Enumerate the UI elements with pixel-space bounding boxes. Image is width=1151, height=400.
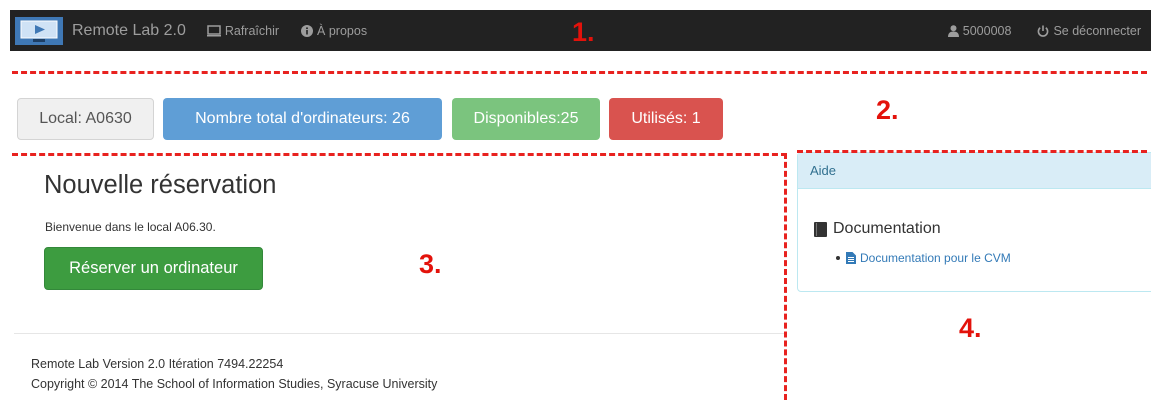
refresh-label: Rafraîchir [224, 23, 280, 38]
about-label: À propos [317, 23, 368, 38]
refresh-link[interactable]: Rafraîchir [206, 10, 280, 51]
available-badge: Disponibles:25 [452, 98, 600, 140]
list-bullet [836, 256, 840, 260]
annotation-divider-middle-right [797, 150, 1147, 153]
brand-link[interactable]: Remote Lab 2.0 [15, 10, 186, 51]
logout-label: Se déconnecter [1053, 23, 1141, 38]
help-panel: Aide Documentation Documentation pour le… [797, 152, 1151, 292]
logout-link[interactable]: Se déconnecter [1037, 10, 1141, 51]
page: Remote Lab 2.0 Rafraîchir À propos 50000… [0, 0, 1151, 400]
documentation-list-item: Documentation pour le CVM [836, 251, 1011, 265]
brand-title: Remote Lab 2.0 [72, 21, 186, 39]
annotation-divider-vertical [784, 153, 787, 400]
power-icon [1038, 25, 1049, 37]
documentation-cvm-link-label: Documentation pour le CVM [860, 251, 1011, 265]
user-icon [947, 24, 959, 37]
book-icon [814, 221, 827, 237]
welcome-text: Bienvenue dans le local A06.30. [45, 220, 216, 234]
monitor-icon [206, 24, 221, 36]
annotation-number-2: 2. [876, 95, 899, 125]
user-id-label: 5000008 [962, 23, 1012, 38]
monitor-logo-icon [15, 16, 63, 45]
info-circle-icon [301, 24, 314, 37]
footer-version: Remote Lab Version 2.0 Itération 7494.22… [31, 357, 284, 371]
annotation-number-3: 3. [419, 249, 442, 279]
navbar-right: 5000008 Se déconnecter [947, 10, 1151, 51]
footer-divider [14, 333, 784, 334]
page-title: Nouvelle réservation [44, 171, 277, 199]
help-panel-heading: Aide [798, 153, 1151, 189]
total-computers-badge: Nombre total d'ordinateurs: 26 [163, 98, 442, 140]
annotation-divider-middle-left [12, 153, 787, 156]
annotation-number-4: 4. [959, 313, 982, 343]
local-badge: Local: A0630 [17, 98, 154, 140]
footer-copyright: Copyright © 2014 The School of Informati… [31, 377, 438, 391]
annotation-divider-top [12, 71, 1147, 74]
documentation-title: Documentation [814, 220, 941, 238]
documentation-title-label: Documentation [833, 220, 941, 237]
file-icon [846, 252, 856, 264]
reserve-computer-button[interactable]: Réserver un ordinateur [44, 247, 263, 290]
annotation-number-1: 1. [572, 17, 595, 47]
used-badge: Utilisés: 1 [609, 98, 723, 140]
user-link[interactable]: 5000008 [947, 10, 1012, 51]
documentation-cvm-link[interactable]: Documentation pour le CVM [846, 251, 1011, 265]
about-link[interactable]: À propos [301, 10, 367, 51]
